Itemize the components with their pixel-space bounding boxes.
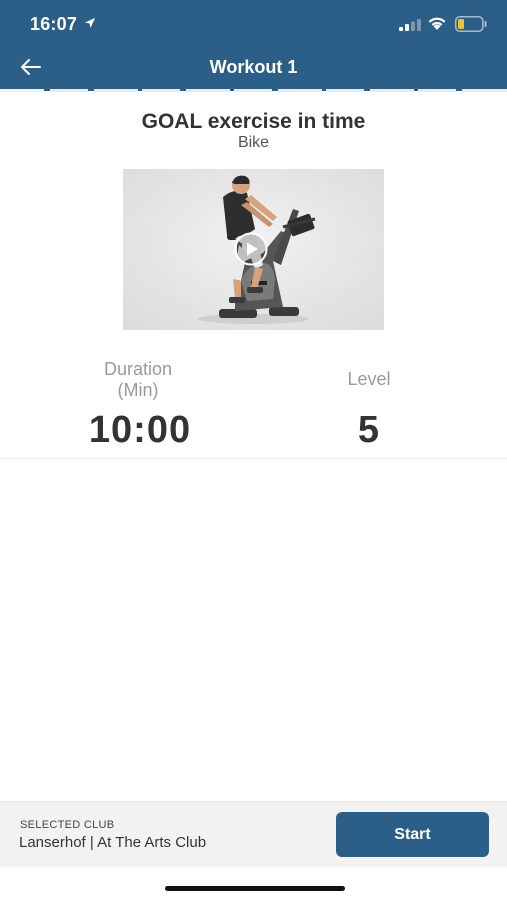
status-bar: 16:07 xyxy=(0,0,507,48)
location-arrow-icon xyxy=(85,18,95,28)
selected-club-caption: SELECTED CLUB xyxy=(20,819,115,831)
tab-segment xyxy=(418,89,456,92)
tab-segment xyxy=(94,89,138,92)
duration-label-line1: Duration xyxy=(103,359,173,379)
tab-segment xyxy=(370,89,414,92)
status-time: 16:07 xyxy=(30,14,78,34)
level-label: Level xyxy=(347,369,391,389)
exercise-title: GOAL exercise in time xyxy=(141,110,366,133)
battery-low-icon xyxy=(455,16,487,32)
exercise-equipment: Bike xyxy=(237,134,270,151)
tab-segment xyxy=(462,89,507,92)
duration-value: 10:00 xyxy=(88,409,192,451)
selected-club-name[interactable]: Lanserhof | At The Arts Club xyxy=(19,834,206,851)
tab-strip xyxy=(0,89,507,97)
tab-segment xyxy=(234,89,272,92)
page-title: Workout 1 xyxy=(209,57,298,77)
wifi-icon xyxy=(428,17,446,30)
start-button[interactable]: Start xyxy=(336,812,489,857)
tab-segment xyxy=(186,89,230,92)
tab-segment xyxy=(142,89,180,92)
tab-segment xyxy=(50,89,88,92)
level-value: 5 xyxy=(357,409,381,451)
tab-segment xyxy=(326,89,364,92)
home-indicator[interactable] xyxy=(165,886,345,891)
club-footer: SELECTED CLUB Lanserhof | At The Arts Cl… xyxy=(0,801,507,867)
cellular-signal-icon xyxy=(399,19,421,31)
navigation-bar: Workout 1 xyxy=(0,48,507,88)
tab-segment xyxy=(278,89,322,92)
tab-segment xyxy=(0,89,44,92)
play-icon[interactable] xyxy=(234,232,268,266)
duration-label: Duration (Min) xyxy=(78,359,198,401)
duration-label-line2: (Min) xyxy=(117,380,159,400)
divider xyxy=(0,458,507,459)
app-header: 16:07 Workout 1 xyxy=(0,0,507,91)
